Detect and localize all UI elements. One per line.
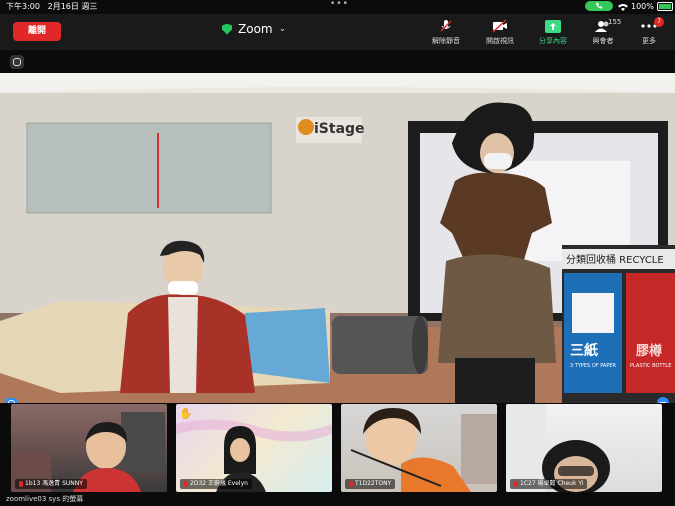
video-off-icon — [477, 18, 523, 34]
battery-percent: 100% — [631, 2, 654, 11]
start-video-button[interactable]: 開啟視訊 — [477, 18, 523, 46]
mic-off-icon — [423, 18, 469, 34]
video-label: 開啟視訊 — [486, 37, 514, 45]
mic-muted-icon — [184, 481, 188, 487]
participant-tile[interactable]: 2D32 王蔚嵐 Evelyn — [176, 404, 332, 492]
multitask-dots[interactable]: ••• — [330, 0, 349, 11]
chevron-down-icon: ⌄ — [278, 24, 287, 34]
more-label: 更多 — [642, 37, 656, 45]
raised-hand-icon: ✋ — [179, 407, 193, 420]
share-label: 分享內容 — [539, 37, 567, 45]
view-strip — [0, 50, 675, 73]
main-video[interactable]: iStage 分類回收桶 RECYCLE 三紙 3 TYPES OF PAPER… — [0, 73, 675, 403]
gear-icon[interactable] — [10, 55, 24, 69]
bin-paper-label: 三紙 — [570, 342, 598, 359]
participant-count: 155 — [608, 18, 622, 26]
participant-name: T1D22TONY — [345, 479, 396, 489]
notification-badge: 7 — [654, 17, 664, 27]
share-content-button[interactable]: 分享內容 — [530, 18, 576, 46]
bin-right-sub: PLASTIC BOTTLE — [630, 363, 671, 369]
participant-tile[interactable]: T1D22TONY — [341, 404, 497, 492]
more-button[interactable]: 7 更多 — [626, 17, 672, 46]
meeting-toolbar: 離開 Zoom ⌄ 解除靜音 開啟視訊 分享內容 155 與會者 7 更多 — [0, 14, 675, 50]
leave-button[interactable]: 離開 — [13, 22, 61, 41]
participants-button[interactable]: 155 與會者 — [580, 18, 626, 46]
share-icon — [530, 18, 576, 34]
stage-scene: iStage 分類回收桶 RECYCLE 三紙 3 TYPES OF PAPER… — [0, 73, 675, 403]
status-time: 下午3:00 2月16日 週三 — [6, 2, 98, 11]
participant-name: 2D32 王蔚嵐 Evelyn — [180, 479, 252, 489]
participants-label: 與會者 — [592, 37, 614, 45]
bin-paper-sub: 3 TYPES OF PAPER — [570, 363, 617, 369]
mic-muted-icon — [514, 481, 518, 487]
participant-tile[interactable]: 1C27 楊卓懿 Cheuk Yi — [506, 404, 662, 492]
bin-label: 分類回收桶 RECYCLE — [566, 253, 664, 266]
more-icon — [626, 18, 672, 34]
screen-share-label: zoomlive03 sys 的螢幕 — [6, 495, 84, 503]
participant-name: 1C27 楊卓懿 Cheuk Yi — [510, 479, 588, 489]
wifi-icon — [618, 3, 628, 11]
mic-muted-icon — [19, 481, 23, 487]
mic-muted-icon — [349, 481, 353, 487]
stage-sign: iStage — [314, 121, 365, 137]
participant-tile[interactable]: 1b13 馮逸青 SUNNY — [11, 404, 167, 492]
participant-name: 1b13 馮逸青 SUNNY — [15, 479, 87, 489]
meeting-title[interactable]: Zoom ⌄ — [222, 22, 286, 36]
bin-right-label: 膠樽 — [636, 343, 662, 359]
phone-call-icon[interactable] — [585, 1, 613, 11]
status-right: 100% — [618, 0, 673, 13]
shield-icon — [222, 23, 232, 35]
participant-thumbnails: 1b13 馮逸青 SUNNY 2D32 王蔚嵐 Evelyn T1D22TONY… — [0, 403, 675, 493]
unmute-button[interactable]: 解除靜音 — [423, 18, 469, 46]
status-bar: 下午3:00 2月16日 週三 ••• 100% — [0, 0, 675, 13]
unmute-label: 解除靜音 — [432, 37, 460, 45]
battery-icon — [656, 2, 673, 11]
